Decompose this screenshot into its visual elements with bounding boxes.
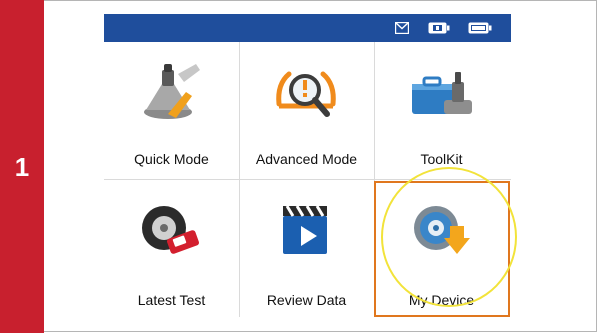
battery-charge-icon [428,22,450,34]
advanced-mode-label: Advanced Mode [255,151,358,167]
toolbox-sensor-icon [412,72,472,114]
quick-mode-tile[interactable]: Quick Mode [104,42,239,179]
toolkit-tile[interactable]: ToolKit [374,42,509,179]
highlight-circle [381,167,517,307]
quick-mode-label: Quick Mode [134,151,209,167]
latest-test-label: Latest Test [137,292,206,308]
toolkit-label: ToolKit [420,151,463,167]
step-number: 1 [14,152,30,182]
wheel-tool-icon [142,206,199,254]
latest-test-tile[interactable]: Latest Test [104,180,239,317]
review-data-label: Review Data [266,292,347,308]
review-data-tile[interactable]: Review Data [239,180,374,317]
clapperboard-play-icon [283,205,327,254]
valve-wrench-icon [144,64,200,119]
advanced-mode-tile[interactable]: Advanced Mode [239,42,374,179]
battery-icon [468,22,492,34]
tpms-warning-search-icon [276,71,336,117]
mail-icon [395,22,409,34]
status-bar [104,14,511,42]
